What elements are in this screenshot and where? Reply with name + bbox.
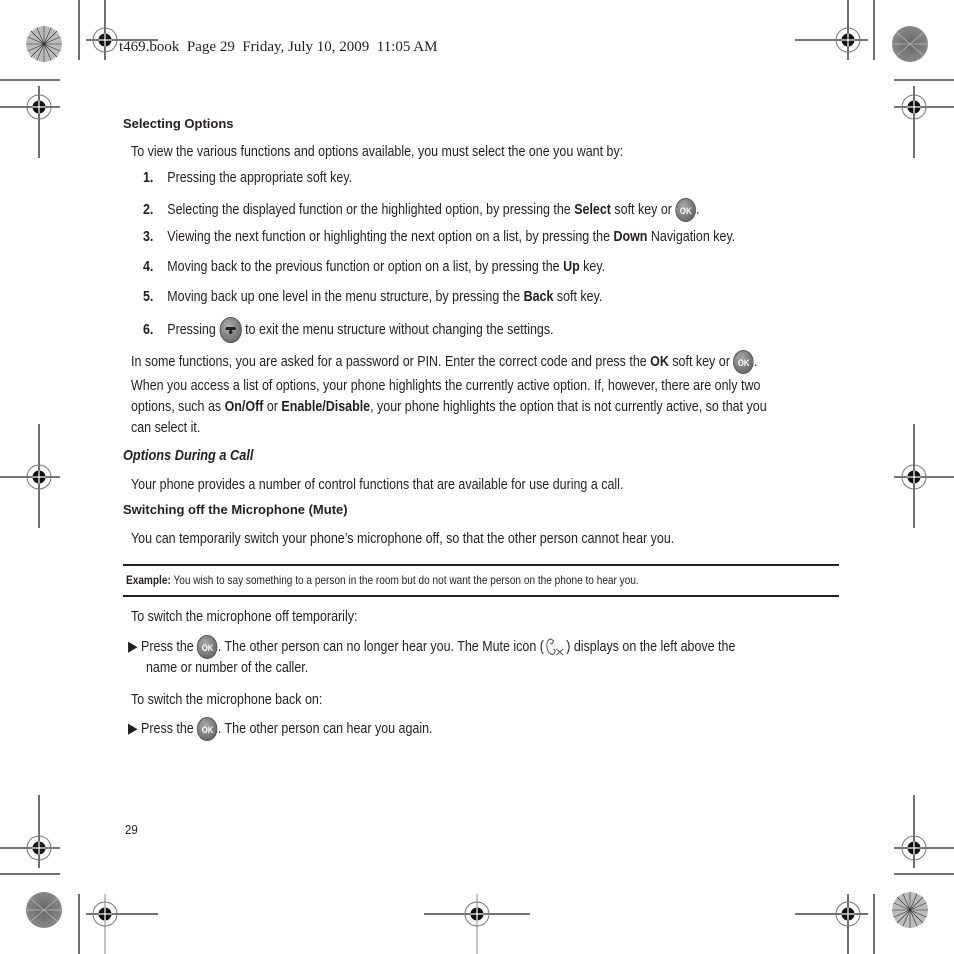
mute-intro: You can temporarily switch your phone’s …	[131, 531, 675, 547]
ok-button-icon: OK	[197, 717, 218, 741]
step-1: 1. Pressing the appropriate soft key.	[143, 170, 353, 186]
step-4: 4. Moving back to the previous function …	[143, 259, 606, 275]
example-top-rule	[123, 564, 839, 566]
mute-off-heading: To switch the microphone off temporarily…	[131, 609, 358, 625]
step-3: 3. Viewing the next function or highligh…	[143, 229, 736, 245]
bullet-arrow-icon: ▶	[128, 720, 138, 737]
mute-on-bullet: ▶ Press the OK. The other person can hea…	[128, 717, 433, 741]
step-6: 6. Pressing to exit the menu structure w…	[143, 317, 554, 343]
starburst-icon-bottom-right	[892, 892, 928, 928]
example-note: Example: You wish to say something to a …	[126, 573, 639, 587]
example-bottom-rule	[123, 595, 839, 597]
section-title-selecting-options: Selecting Options	[123, 116, 234, 131]
mute-off-bullet: ▶ Press the OK. The other person can no …	[128, 635, 735, 659]
ok-button-icon: OK	[733, 350, 754, 374]
book-slug-header: t469.book Page 29 Friday, July 10, 2009 …	[119, 39, 438, 55]
starburst-icon-top-left	[26, 26, 62, 62]
mute-on-heading: To switch the microphone back on:	[131, 692, 323, 708]
section-title-options-during-call: Options During a Call	[123, 448, 254, 464]
ok-button-icon: OK	[675, 198, 697, 222]
step-5: 5. Moving back up one level in the menu …	[143, 289, 603, 305]
section-title-mute: Switching off the Microphone (Mute)	[123, 502, 348, 517]
starburst-icon-bottom-left	[26, 892, 62, 928]
pin-paragraph: In some functions, you are asked for a p…	[131, 350, 757, 374]
starburst-icon-top-right	[892, 26, 928, 62]
mute-icon	[546, 638, 564, 656]
step-2: 2. Selecting the displayed function or t…	[143, 198, 700, 222]
ok-button-icon: OK	[197, 635, 218, 659]
select-key-label: Select	[574, 201, 611, 218]
intro-text: To view the various functions and option…	[131, 144, 624, 160]
end-key-icon	[219, 317, 242, 343]
mute-off-bullet-line2: name or number of the caller.	[146, 660, 309, 676]
page-number: 29	[125, 822, 138, 837]
options-during-call-intro: Your phone provides a number of control …	[131, 477, 624, 493]
bullet-arrow-icon: ▶	[128, 638, 138, 655]
step-number: 1.	[143, 170, 154, 186]
